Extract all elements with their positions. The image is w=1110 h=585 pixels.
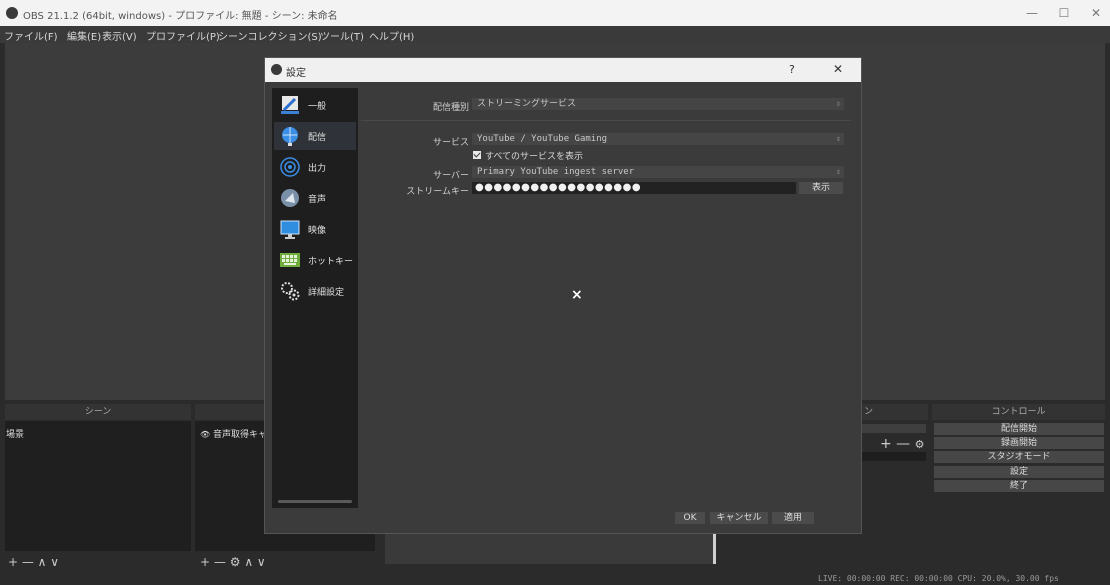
nav-item-hotkeys[interactable]: ホットキー	[274, 246, 356, 274]
chevron-updown-icon: ⇕	[836, 134, 841, 143]
divider	[361, 120, 851, 121]
monitor-icon	[280, 220, 300, 239]
menu-view[interactable]: 表示(V)	[102, 28, 137, 43]
nav-item-advanced[interactable]: 詳細設定	[274, 277, 356, 305]
nav-label-audio: 音声	[308, 195, 327, 205]
settings-sidebar: 一般 配信 出力 音声 映像 ホットキー 詳細設定	[272, 88, 358, 508]
close-window-button[interactable]: ✕	[1086, 5, 1106, 21]
nav-label-hotkeys: ホットキー	[308, 257, 354, 267]
nav-label-output: 出力	[308, 164, 327, 174]
server-select[interactable]: Primary YouTube ingest server ⇕	[472, 166, 844, 178]
menu-edit[interactable]: 編集(E)	[67, 28, 101, 43]
scenes-dock-header: シーン	[5, 404, 191, 420]
obs-logo-icon	[271, 64, 282, 75]
window-titlebar: OBS 21.1.2 (64bit, windows) - プロファイル: 無題…	[0, 0, 1110, 26]
menu-help[interactable]: ヘルプ(H)	[369, 28, 414, 43]
menu-bar: ファイル(F) 編集(E) 表示(V) プロファイル(P) シーンコレクション(…	[0, 26, 1110, 43]
scene-list-item[interactable]: 場景	[6, 427, 24, 440]
service-select[interactable]: YouTube / YouTube Gaming ⇕	[472, 133, 844, 145]
stream-type-select[interactable]: ストリーミングサービス ⇕	[472, 98, 844, 110]
remove-source-button[interactable]: —	[214, 555, 226, 569]
source-toolbar[interactable]: + — ⚙ ∧ ∨	[200, 555, 266, 569]
show-all-services-checkbox[interactable]	[473, 151, 481, 159]
settings-button[interactable]: 設定	[934, 466, 1104, 478]
nav-label-stream: 配信	[308, 133, 327, 143]
status-bar: LIVE: 00:00:00 REC: 00:00:00 CPU: 20.0%,…	[818, 574, 1059, 583]
sources-dock-header	[195, 404, 265, 420]
service-value: YouTube / YouTube Gaming	[477, 134, 608, 144]
menu-scene-collection[interactable]: シーンコレクション(S)	[218, 28, 322, 43]
show-all-services-label: すべてのサービスを表示	[485, 152, 584, 162]
nav-item-stream[interactable]: 配信	[274, 122, 356, 150]
exit-button[interactable]: 終了	[934, 480, 1104, 492]
ok-button[interactable]: OK	[675, 512, 705, 524]
server-label: サーバー	[433, 171, 469, 181]
chevron-updown-icon: ⇕	[836, 99, 841, 108]
broadcast-icon	[280, 157, 300, 177]
apply-button[interactable]: 適用	[772, 512, 814, 524]
nav-item-general[interactable]: 一般	[274, 91, 356, 119]
maximize-button[interactable]: ☐	[1054, 5, 1074, 21]
scene-toolbar[interactable]: + — ∧ ∨	[8, 555, 59, 569]
globe-icon	[282, 127, 298, 146]
mixer-toolbar[interactable]: + — ⚙	[880, 436, 925, 452]
start-recording-button[interactable]: 録画開始	[934, 437, 1104, 449]
general-settings-icon	[281, 96, 299, 114]
nav-label-advanced: 詳細設定	[308, 288, 345, 298]
transition-slider[interactable]	[713, 532, 716, 564]
dialog-titlebar: 設定 ? ✕	[265, 58, 861, 82]
nav-item-audio[interactable]: 音声	[274, 184, 356, 212]
nav-label-general: 一般	[308, 102, 327, 112]
move-source-buttons[interactable]: ∧ ∨	[244, 555, 265, 569]
menu-tools[interactable]: ツール(T)	[320, 28, 364, 43]
speaker-icon	[281, 189, 299, 207]
mixer-add-remove[interactable]: + —	[880, 436, 910, 452]
stream-type-value: ストリーミングサービス	[477, 99, 577, 109]
obs-logo-icon	[6, 7, 18, 19]
show-key-button[interactable]: 表示	[799, 182, 843, 194]
gears-icon	[281, 282, 300, 301]
server-value: Primary YouTube ingest server	[477, 167, 635, 177]
keyboard-icon	[280, 253, 300, 267]
mixer-dock-header: ン	[860, 404, 928, 420]
mixer-gear-icon[interactable]: ⚙	[915, 438, 925, 451]
nav-label-video: 映像	[308, 226, 327, 236]
studio-mode-button[interactable]: スタジオモード	[934, 451, 1104, 463]
menu-file[interactable]: ファイル(F)	[4, 28, 58, 43]
sidebar-scrollbar[interactable]	[278, 500, 352, 503]
stream-type-label: 配信種別	[432, 103, 469, 113]
settings-dialog: 設定 ? ✕ 一般 配信 出力 音声 映像 ホットキー 詳細設定 配信種別 スト…	[264, 57, 862, 534]
close-icon: ×	[571, 287, 583, 303]
close-dialog-button[interactable]: ✕	[833, 62, 843, 76]
cancel-button[interactable]: キャンセル	[710, 512, 768, 524]
chevron-updown-icon: ⇕	[836, 167, 841, 176]
mixer-volume-bar-2[interactable]	[860, 452, 926, 461]
nav-item-video[interactable]: 映像	[274, 215, 356, 243]
service-label: サービス	[432, 138, 469, 148]
eye-icon[interactable]: 👁	[200, 430, 210, 439]
add-source-button[interactable]: +	[200, 555, 210, 569]
scenes-list[interactable]	[5, 421, 191, 551]
minimize-button[interactable]: —	[1022, 5, 1042, 21]
menu-profile[interactable]: プロファイル(P)	[146, 28, 220, 43]
dialog-title: 設定	[286, 68, 306, 79]
transitions-area	[385, 532, 715, 564]
nav-item-output[interactable]: 出力	[274, 153, 356, 181]
help-button[interactable]: ?	[789, 63, 795, 76]
window-title: OBS 21.1.2 (64bit, windows) - プロファイル: 無題…	[23, 11, 338, 22]
start-streaming-button[interactable]: 配信開始	[934, 423, 1104, 435]
mixer-volume-bar[interactable]	[860, 424, 926, 433]
gear-icon[interactable]: ⚙	[230, 555, 241, 569]
stream-key-label: ストリームキー	[406, 187, 469, 197]
controls-dock-header: コントロール	[932, 404, 1105, 420]
stream-key-input[interactable]: ●●●●●●●●●●●●●●●●●●	[472, 182, 796, 194]
